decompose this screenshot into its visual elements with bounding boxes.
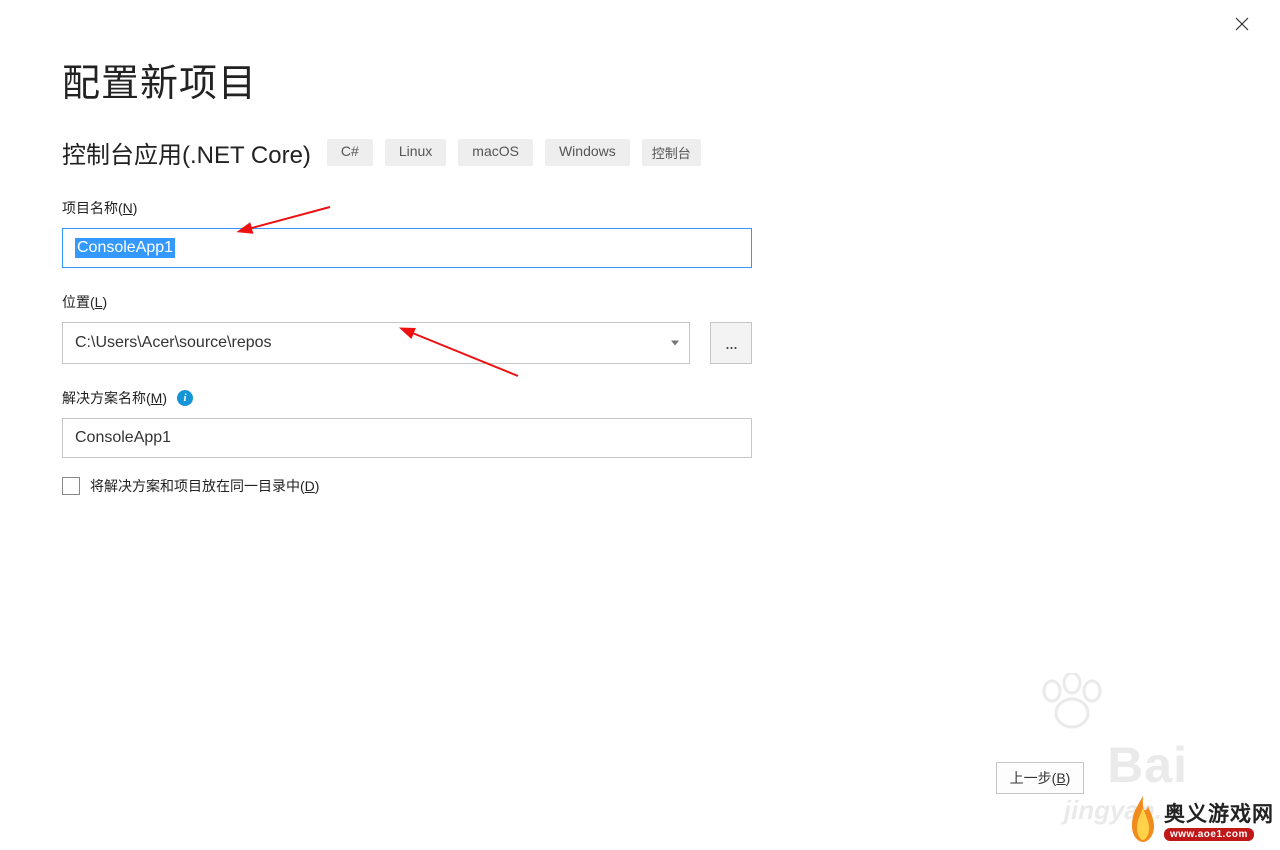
location-label: 位置(L) — [62, 292, 752, 312]
logo-text-url: www.aoe1.com — [1164, 828, 1254, 841]
location-combobox[interactable]: C:\Users\Acer\source\repos — [62, 322, 690, 364]
baidu-paw-icon — [1032, 673, 1112, 738]
tag-windows: Windows — [545, 139, 630, 166]
subtitle-row: 控制台应用(.NET Core) C# Linux macOS Windows … — [62, 135, 1240, 170]
tag-csharp: C# — [327, 139, 373, 166]
dialog-content: 配置新项目 控制台应用(.NET Core) C# Linux macOS Wi… — [62, 52, 1240, 496]
same-directory-label: 将解决方案和项目放在同一目录中(D) — [90, 476, 319, 496]
project-template-name: 控制台应用(.NET Core) — [62, 135, 311, 170]
project-name-input[interactable]: ConsoleApp1 — [62, 228, 752, 268]
project-name-label: 项目名称(N) — [62, 198, 752, 218]
flame-icon — [1124, 794, 1162, 844]
same-directory-checkbox-row: 将解决方案和项目放在同一目录中(D) — [62, 476, 752, 496]
back-button[interactable]: 上一步(B) — [996, 762, 1084, 794]
close-icon — [1235, 17, 1249, 31]
logo-text-cn: 奥义游戏网 — [1164, 798, 1274, 828]
same-directory-checkbox[interactable] — [62, 477, 80, 495]
configure-new-project-dialog: 配置新项目 控制台应用(.NET Core) C# Linux macOS Wi… — [0, 0, 1280, 850]
tag-console: 控制台 — [642, 139, 701, 166]
chevron-down-icon — [671, 341, 679, 346]
solution-name-label: 解决方案名称(M) i — [62, 388, 752, 408]
page-title: 配置新项目 — [62, 52, 1240, 107]
template-tags: C# Linux macOS Windows 控制台 — [327, 139, 701, 166]
location-value: C:\Users\Acer\source\repos — [75, 334, 272, 352]
project-name-value-selected: ConsoleApp1 — [75, 238, 175, 258]
info-icon[interactable]: i — [177, 390, 193, 406]
browse-button[interactable]: ... — [710, 322, 752, 364]
site-logo: 奥义游戏网 www.aoe1.com — [1124, 794, 1274, 844]
solution-name-input[interactable] — [62, 418, 752, 458]
close-button[interactable] — [1228, 10, 1256, 38]
tag-linux: Linux — [385, 139, 446, 166]
watermark-baidu: Bai — [1107, 736, 1188, 794]
form: 项目名称(N) ConsoleApp1 位置(L) C:\Users\Acer\… — [62, 198, 752, 496]
tag-macos: macOS — [458, 139, 533, 166]
